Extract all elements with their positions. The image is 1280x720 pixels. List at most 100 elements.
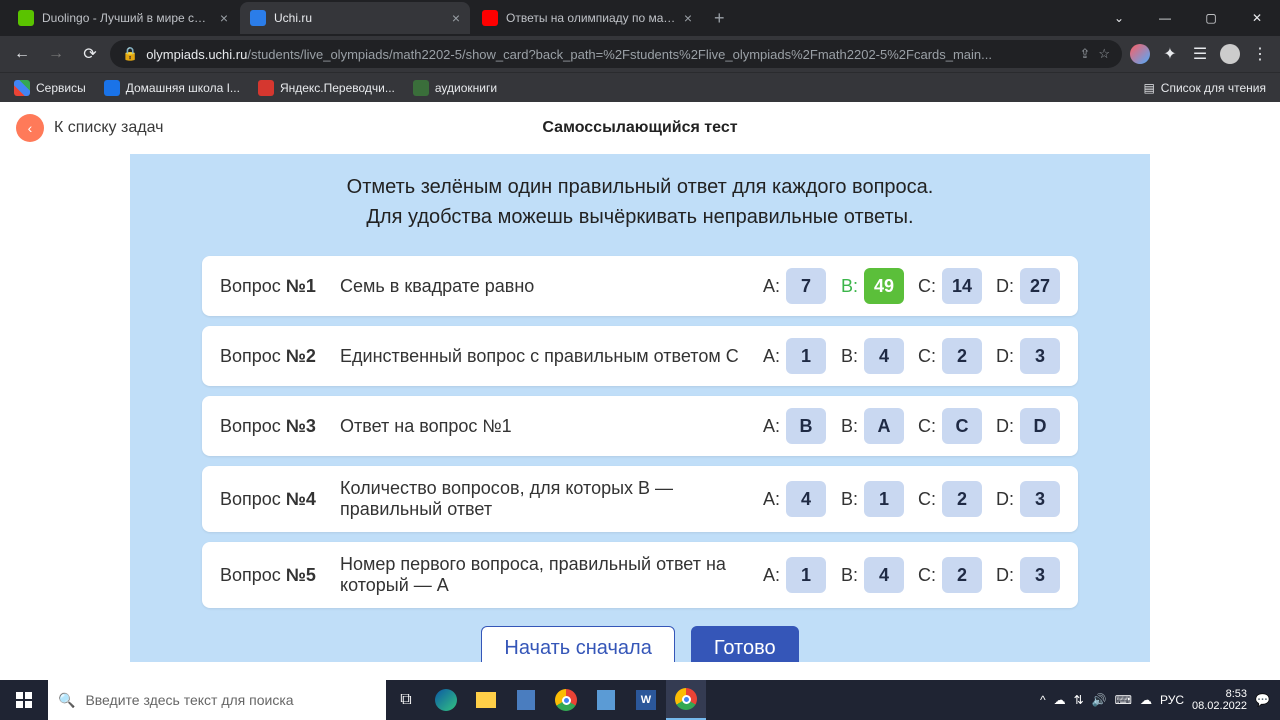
page-title: Самоссылающийся тест [542,119,737,137]
option-letter: D: [992,489,1014,510]
close-button[interactable]: ✕ [1234,2,1280,34]
volume-icon[interactable]: 🔊 [1092,693,1107,707]
back-button[interactable]: ‹ [16,114,44,142]
minimize-button[interactable]: — [1142,2,1188,34]
option-box[interactable]: 4 [864,338,904,374]
profile-icon[interactable] [1218,42,1242,66]
question-text: Семь в квадрате равно [340,276,758,297]
option-box[interactable]: 14 [942,268,982,304]
reading-list-button[interactable]: ▤Список для чтения [1137,76,1272,100]
option-box[interactable]: 1 [864,481,904,517]
option: B:4 [836,338,904,374]
search-input[interactable]: 🔍 Введите здесь текст для поиска [48,680,386,720]
option-box[interactable]: 7 [786,268,826,304]
lock-icon: 🔒 [122,46,138,62]
tab-youtube[interactable]: Ответы на олимпиаду по матем × [472,2,702,34]
option-box[interactable]: 2 [942,481,982,517]
option-box[interactable]: 3 [1020,481,1060,517]
option-letter: C: [914,565,936,586]
question-row: Вопрос №1Семь в квадрате равноA:7B:49C:1… [202,256,1078,316]
option-box[interactable]: 4 [864,557,904,593]
onedrive-icon[interactable]: ☁ [1140,693,1152,707]
option-letter: A: [758,346,780,367]
task-view-icon[interactable]: ⧉ [386,680,426,720]
options: A:BB:AC:CD:D [758,408,1060,444]
notepad-icon[interactable] [586,680,626,720]
option-box[interactable]: 49 [864,268,904,304]
option-box[interactable]: 1 [786,557,826,593]
option: D:D [992,408,1060,444]
close-icon[interactable]: × [220,10,228,26]
notifications-icon[interactable]: 💬 [1255,693,1270,707]
gamebar-icon[interactable]: ⌨ [1115,693,1132,707]
bookmark-item[interactable]: Яндекс.Переводчи... [252,76,401,100]
clock[interactable]: 8:53 08.02.2022 [1192,688,1247,712]
question-label: Вопрос №5 [220,565,340,586]
question-row: Вопрос №4Количество вопросов, для которы… [202,466,1078,532]
option-letter: D: [992,276,1014,297]
search-icon: 🔍 [58,692,75,709]
option: A:4 [758,481,826,517]
extension-icon[interactable] [1128,42,1152,66]
start-button[interactable] [0,680,48,720]
close-icon[interactable]: × [452,10,460,26]
option-box[interactable]: 2 [942,338,982,374]
extensions-icon[interactable]: ✦ [1158,42,1182,66]
option-box[interactable]: 2 [942,557,982,593]
close-icon[interactable]: × [684,10,692,26]
options: A:4 B: 1 C: 2 D: 3 [758,481,1060,517]
bookmark-item[interactable]: Домашняя школа I... [98,76,246,100]
tab-uchi[interactable]: Uchi.ru × [240,2,470,34]
apps-button[interactable]: Сервисы [8,76,92,100]
option-box[interactable]: A [864,408,904,444]
tab-duolingo[interactable]: Duolingo - Лучший в мире спос × [8,2,238,34]
option-box[interactable]: C [942,408,982,444]
language-indicator[interactable]: РУС [1160,693,1184,707]
edge-icon[interactable] [426,680,466,720]
chevron-down-icon[interactable]: ⌄ [1096,2,1142,34]
option: D:3 [992,557,1060,593]
restart-button[interactable]: Начать сначала [481,626,674,662]
reading-list-icon[interactable]: ☰ [1188,42,1212,66]
explorer-icon[interactable] [466,680,506,720]
new-tab-button[interactable]: + [704,8,735,29]
option-box[interactable]: 27 [1020,268,1060,304]
bookmark-label: Домашняя школа I... [126,81,240,95]
option-letter: B: [836,489,858,510]
options: A:1B:4C:2D:3 [758,338,1060,374]
bookmark-label: аудиокниги [435,81,497,95]
option-box[interactable]: D [1020,408,1060,444]
chrome-icon[interactable] [546,680,586,720]
favicon [250,10,266,26]
tab-title: Duolingo - Лучший в мире спос [42,11,212,25]
star-icon[interactable]: ☆ [1098,46,1110,62]
option-letter: C: [914,489,936,510]
reload-icon[interactable]: ⟳ [76,40,104,68]
bookmark-item[interactable]: аудиокниги [407,76,503,100]
cloud-icon[interactable]: ☁ [1054,693,1066,707]
option-box[interactable]: 3 [1020,557,1060,593]
word-icon[interactable]: W [626,680,666,720]
option-box[interactable]: 4 [786,481,826,517]
maximize-button[interactable]: ▢ [1188,2,1234,34]
option-box[interactable]: B [786,408,826,444]
calculator-icon[interactable] [506,680,546,720]
share-icon[interactable]: ⇪ [1079,46,1090,62]
menu-icon[interactable]: ⋮ [1248,42,1272,66]
url-input[interactable]: 🔒 olympiads.uchi.ru/students/live_olympi… [110,40,1122,68]
done-button[interactable]: Готово [691,626,799,662]
option: C:14 [914,268,982,304]
wifi-icon[interactable]: ⇅ [1074,693,1084,707]
back-icon[interactable]: ← [8,40,36,68]
clock-time: 8:53 [1192,688,1247,700]
chrome-running-icon[interactable] [666,680,706,720]
forward-icon[interactable]: → [42,40,70,68]
reading-list-label: Список для чтения [1161,81,1266,95]
url-path: /students/live_olympiads/math2202-5/show… [247,47,992,62]
option-letter: B: [836,416,858,437]
back-label[interactable]: К списку задач [54,119,163,137]
option-box[interactable]: 1 [786,338,826,374]
option-box[interactable]: 3 [1020,338,1060,374]
tab-title: Ответы на олимпиаду по матем [506,11,676,25]
tray-chevron-icon[interactable]: ^ [1040,693,1046,707]
